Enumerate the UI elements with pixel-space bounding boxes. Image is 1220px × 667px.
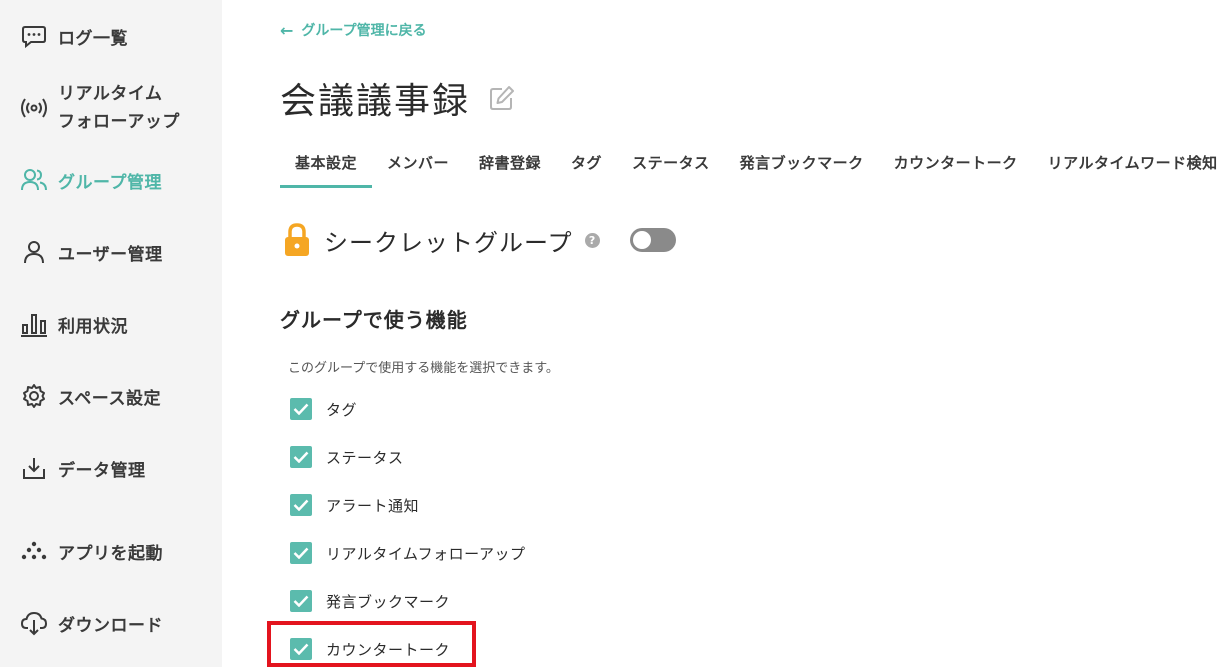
- checkbox-checked-icon: [290, 542, 312, 564]
- broadcast-icon: [20, 94, 48, 122]
- arrow-left-icon: ←: [280, 20, 294, 40]
- toggle-knob: [632, 231, 651, 249]
- sidebar-item-label: グループ管理: [58, 172, 162, 193]
- tab-dictionary[interactable]: 辞書登録: [464, 144, 556, 188]
- back-link-label: グループ管理に戻る: [301, 23, 427, 39]
- sidebar-item-launch-app[interactable]: アプリを起動: [20, 537, 163, 565]
- tab-realtime-word-detection[interactable]: リアルタイムワード検知: [1033, 144, 1220, 188]
- feature-label: ステータス: [326, 448, 404, 467]
- sidebar-item-user-management[interactable]: ユーザー管理: [20, 238, 163, 266]
- sidebar-item-label: ダウンロード: [58, 615, 163, 636]
- page-title-row: 会議議事録: [280, 72, 518, 124]
- secret-group-toggle[interactable]: [629, 228, 676, 252]
- sidebar-item-label: 利用状況: [58, 316, 128, 337]
- tab-bar: 基本設定 メンバー 辞書登録 タグ ステータス 発言ブックマーク カウンタートー…: [280, 144, 1220, 188]
- secret-group-row: シークレットグループ ?: [284, 222, 676, 258]
- highlight-box: [267, 621, 476, 667]
- feature-checkbox-alert[interactable]: アラート通知: [290, 494, 419, 516]
- gear-icon: [20, 382, 48, 410]
- tab-counter-talk[interactable]: カウンタートーク: [879, 144, 1033, 188]
- checkbox-checked-icon: [290, 398, 312, 420]
- sidebar-item-realtime-followup[interactable]: リアルタイム フォローアップ: [20, 80, 180, 136]
- cloud-download-icon: [20, 609, 48, 637]
- sidebar-item-label: ユーザー管理: [58, 244, 163, 265]
- sidebar-item-space-settings[interactable]: スペース設定: [20, 382, 161, 410]
- page-title: 会議議事録: [280, 81, 471, 122]
- bar-chart-icon: [20, 310, 48, 338]
- feature-label: 発言ブックマーク: [326, 592, 451, 611]
- tab-status[interactable]: ステータス: [617, 144, 725, 188]
- tab-members[interactable]: メンバー: [372, 144, 464, 188]
- sidebar-item-group-management[interactable]: グループ管理: [20, 166, 162, 194]
- sidebar-item-log-list[interactable]: ログ一覧: [20, 22, 128, 50]
- sidebar-item-label: スペース設定: [58, 388, 161, 409]
- back-link[interactable]: ← グループ管理に戻る: [280, 20, 427, 40]
- user-icon: [20, 238, 48, 266]
- sidebar-item-download[interactable]: ダウンロード: [20, 609, 163, 637]
- sidebar-item-label: リアルタイム フォローアップ: [58, 80, 180, 136]
- checkbox-checked-icon: [290, 590, 312, 612]
- feature-checkbox-bookmark[interactable]: 発言ブックマーク: [290, 590, 450, 612]
- feature-label: アラート通知: [326, 496, 420, 515]
- feature-label: タグ: [326, 400, 358, 419]
- feature-label: リアルタイムフォローアップ: [326, 544, 526, 563]
- features-description: このグループで使用する機能を選択できます。: [288, 361, 559, 376]
- sidebar-item-label: アプリを起動: [58, 543, 163, 564]
- sidebar-item-label-line2: フォローアップ: [58, 112, 180, 132]
- tab-basic-settings[interactable]: 基本設定: [280, 144, 373, 188]
- checkbox-checked-icon: [290, 494, 312, 516]
- download-tray-icon: [20, 454, 48, 482]
- sidebar-item-label-line1: リアルタイム: [58, 84, 163, 104]
- tab-tags[interactable]: タグ: [556, 144, 617, 188]
- features-title: グループで使う機能: [280, 308, 468, 332]
- feature-checkbox-realtime-followup[interactable]: リアルタイムフォローアップ: [290, 542, 526, 564]
- chat-bubble-icon: [20, 22, 48, 50]
- checkbox-checked-icon: [290, 446, 312, 468]
- feature-checkbox-tags[interactable]: タグ: [290, 398, 357, 420]
- edit-icon[interactable]: [488, 83, 518, 113]
- feature-checkbox-status[interactable]: ステータス: [290, 446, 404, 468]
- group-icon: [20, 166, 48, 194]
- sidebar-item-label: データ管理: [58, 460, 146, 481]
- sidebar-item-data-management[interactable]: データ管理: [20, 454, 146, 482]
- app-launch-icon: [20, 537, 48, 565]
- lock-icon: [284, 222, 310, 258]
- help-icon[interactable]: ?: [584, 232, 600, 248]
- main-content: ← グループ管理に戻る 会議議事録 基本設定 メンバー 辞書登録 タグ ステータ…: [222, 0, 1220, 667]
- sidebar-item-usage[interactable]: 利用状況: [20, 310, 128, 338]
- sidebar: ログ一覧 リアルタイム フォローアップ グループ管理 ユーザー管理 利用状況 ス…: [0, 0, 222, 667]
- tab-bookmarks[interactable]: 発言ブックマーク: [725, 144, 879, 188]
- secret-group-label: シークレットグループ: [324, 228, 573, 257]
- sidebar-item-label: ログ一覧: [58, 28, 128, 49]
